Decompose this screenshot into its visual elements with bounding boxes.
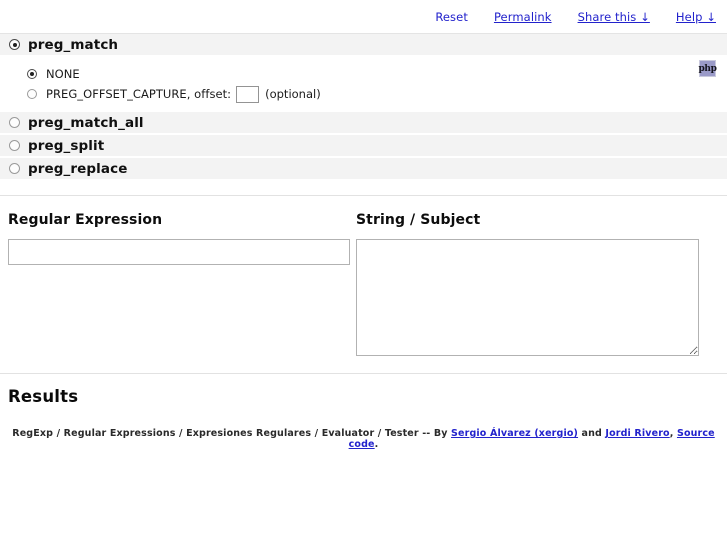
regex-input[interactable]	[8, 239, 350, 265]
option-label-preg-match-all: preg_match_all	[28, 114, 144, 131]
flag-row-offset-capture[interactable]: PREG_OFFSET_CAPTURE, offset: (optional)	[27, 84, 727, 104]
input-fields-area: Regular Expression String / Subject	[0, 212, 727, 356]
regex-column: Regular Expression	[0, 212, 350, 356]
permalink-link[interactable]: Permalink	[494, 10, 552, 24]
option-row-preg-match[interactable]: preg_match	[0, 34, 727, 57]
option-label-preg-match: preg_match	[28, 36, 119, 53]
subject-textarea[interactable]	[356, 239, 699, 356]
option-row-preg-split[interactable]: preg_split	[0, 135, 727, 158]
php-manual-icon[interactable]: php	[699, 60, 717, 77]
top-nav-bar: Reset Permalink Share this ↓ Help ↓	[0, 0, 727, 33]
option-label-preg-replace: preg_replace	[28, 160, 128, 177]
footer-suffix-text: .	[374, 439, 379, 450]
radio-flag-offset-capture[interactable]	[27, 89, 37, 99]
options-bottom-spacer	[0, 181, 727, 195]
regexp-tester-page: Reset Permalink Share this ↓ Help ↓ preg…	[0, 0, 727, 545]
flag-label-offset-capture: PREG_OFFSET_CAPTURE, offset:	[46, 87, 232, 101]
share-this-link[interactable]: Share this ↓	[578, 10, 650, 24]
offset-input[interactable]	[236, 85, 260, 103]
footer-author2-link[interactable]: Jordi Rivero	[605, 428, 669, 439]
regex-label: Regular Expression	[8, 212, 163, 228]
function-options-group: preg_match php NONE PREG_OFFSET_CAPTURE,…	[0, 34, 727, 181]
radio-flag-none[interactable]	[27, 69, 37, 79]
flag-label-none: NONE	[46, 67, 80, 81]
option-row-preg-replace[interactable]: preg_replace	[0, 158, 727, 181]
footer-credits: RegExp / Regular Expressions / Expresion…	[0, 428, 727, 450]
footer-prefix-text: RegExp / Regular Expressions / Expresion…	[12, 428, 452, 439]
reset-link[interactable]: Reset	[435, 10, 468, 24]
subject-column: String / Subject	[348, 212, 719, 356]
footer-author1-link[interactable]: Sergio Álvarez (xergio)	[451, 428, 578, 439]
preg-match-flags-panel: php NONE PREG_OFFSET_CAPTURE, offset: (o…	[0, 57, 727, 112]
radio-preg-match-all[interactable]	[9, 117, 20, 128]
radio-preg-split[interactable]	[9, 140, 20, 151]
radio-preg-match[interactable]	[9, 39, 20, 50]
option-row-preg-match-all[interactable]: preg_match_all	[0, 112, 727, 135]
footer-separator-text: ,	[669, 428, 677, 439]
help-link[interactable]: Help ↓	[676, 10, 716, 24]
option-label-preg-split: preg_split	[28, 137, 105, 154]
flag-optional-note: (optional)	[265, 87, 321, 101]
radio-preg-replace[interactable]	[9, 163, 20, 174]
results-heading: Results	[8, 387, 79, 406]
footer-joiner-text: and	[578, 428, 606, 439]
options-divider	[0, 195, 727, 196]
subject-label: String / Subject	[356, 212, 481, 228]
flag-row-none[interactable]: NONE	[27, 64, 727, 84]
